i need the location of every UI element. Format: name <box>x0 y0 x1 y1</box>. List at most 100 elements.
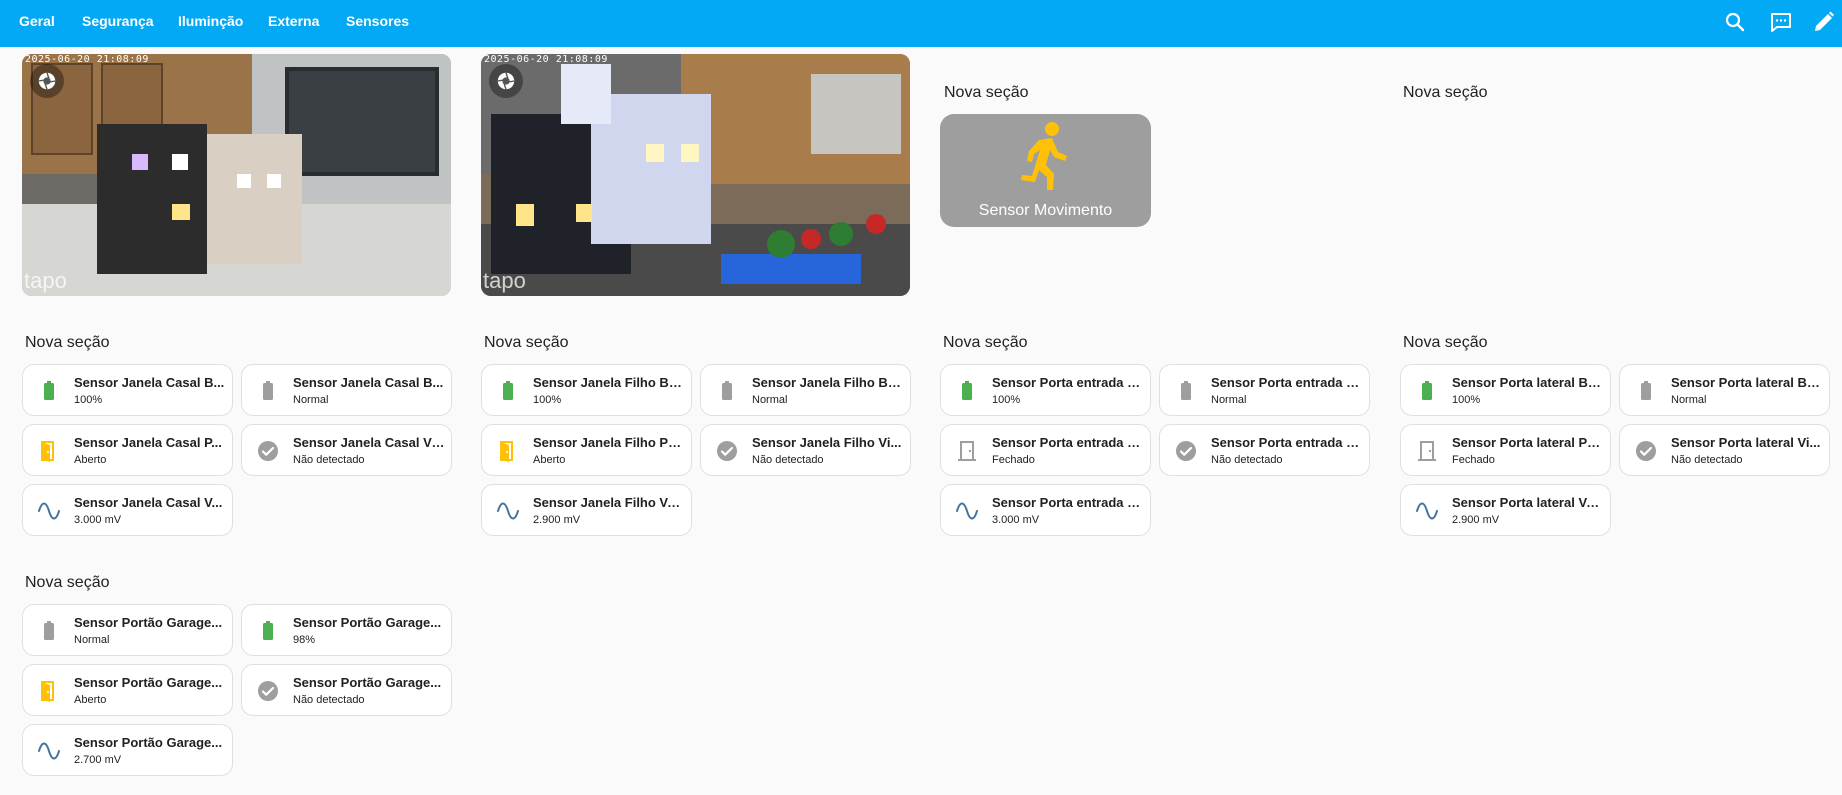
assist-chat-icon[interactable] <box>1769 10 1793 34</box>
camera-badge <box>489 64 523 98</box>
sensor-state: 100% <box>74 394 103 406</box>
sensor-name: Sensor Porta lateral Vo... <box>1452 495 1604 510</box>
camera-feed-2[interactable]: 2025-06-20 21:08:09 tapo <box>481 54 910 296</box>
sensor-tile[interactable]: Sensor Porta lateral Vo... 2.900 mV <box>1400 484 1611 536</box>
section-title: Nova seção <box>484 334 569 351</box>
sensor-state: 2.900 mV <box>533 514 581 526</box>
door-open-icon <box>41 441 54 462</box>
sensor-tile[interactable]: Sensor Janela Filho Po... Aberto <box>481 424 692 476</box>
sensor-name: Sensor Porta entrada B... <box>992 375 1144 390</box>
door-open-icon <box>41 681 54 702</box>
tab-seguranca[interactable]: Segurança <box>82 0 154 47</box>
edit-pencil-icon[interactable] <box>1812 10 1836 34</box>
battery-icon <box>722 381 732 400</box>
sensor-tile[interactable]: Sensor Janela Casal P... Aberto <box>22 424 233 476</box>
sensor-state: Aberto <box>74 454 107 466</box>
battery-full-icon <box>1422 381 1432 400</box>
sensor-tile[interactable]: Sensor Portão Garage... Não detectado <box>241 664 452 716</box>
sensor-tile[interactable]: Sensor Porta entrada V... Não detectado <box>1159 424 1370 476</box>
sine-wave-icon <box>1416 502 1438 520</box>
sensor-name: Sensor Janela Filho Vo... <box>533 495 685 510</box>
sensor-state: Não detectado <box>1211 454 1283 466</box>
tab-externa[interactable]: Externa <box>268 0 319 47</box>
sensor-tile[interactable]: Sensor Portão Garage... 98% <box>241 604 452 656</box>
sensor-tile[interactable]: Sensor Janela Filho Ba... 100% <box>481 364 692 416</box>
sensor-state: 100% <box>533 394 562 406</box>
sensor-tile[interactable]: Sensor Portão Garage... Aberto <box>22 664 233 716</box>
sensor-name: Sensor Janela Casal P... <box>74 435 222 450</box>
sensor-state: Não detectado <box>1671 454 1743 466</box>
sensor-name: Sensor Porta lateral Po... <box>1452 435 1604 450</box>
sensor-name: Sensor Porta lateral Vi... <box>1671 435 1821 450</box>
sensor-tile[interactable]: Sensor Janela Casal V... 3.000 mV <box>22 484 233 536</box>
sensor-state: 3.000 mV <box>74 514 122 526</box>
sensor-state: Não detectado <box>752 454 824 466</box>
sensor-name: Sensor Porta lateral Ba... <box>1671 375 1823 390</box>
sensor-tile[interactable]: Sensor Janela Casal Vi... Não detectado <box>241 424 452 476</box>
sensor-name: Sensor Porta entrada V... <box>992 495 1144 510</box>
sensor-tile[interactable]: Sensor Porta entrada B... 100% <box>940 364 1151 416</box>
sensor-tile[interactable]: Sensor Portão Garage... Normal <box>22 604 233 656</box>
battery-icon <box>44 621 54 640</box>
sine-wave-icon <box>497 502 519 520</box>
camera-watermark: tapo <box>483 268 526 293</box>
battery-full-icon <box>44 381 54 400</box>
sensor-tile[interactable]: Sensor Porta entrada V... 3.000 mV <box>940 484 1151 536</box>
camera-image-2 <box>481 54 910 296</box>
sensor-tile[interactable]: Sensor Porta lateral Ba... 100% <box>1400 364 1611 416</box>
sensor-tile[interactable]: Sensor Porta entrada B... Normal <box>1159 364 1370 416</box>
section-title: Nova seção <box>943 334 1028 351</box>
sensor-name: Sensor Portão Garage... <box>74 735 223 750</box>
tab-geral[interactable]: Geral <box>19 0 55 47</box>
section-title: Nova seção <box>944 84 1029 101</box>
battery-icon <box>1641 381 1651 400</box>
sensor-tile[interactable]: Sensor Porta entrada P... Fechado <box>940 424 1151 476</box>
check-circle-icon <box>258 681 278 701</box>
sine-wave-icon <box>38 742 60 760</box>
tab-iluminacao[interactable]: Iluminção <box>178 0 243 47</box>
tab-sensores[interactable]: Sensores <box>346 0 409 47</box>
sensor-name: Sensor Porta lateral Ba... <box>1452 375 1604 390</box>
sensor-name: Sensor Janela Casal B... <box>293 375 444 390</box>
sensor-tile[interactable]: Sensor Janela Casal B... Normal <box>241 364 452 416</box>
camera-feed-1[interactable]: 2025-06-20 21:08:09 tapo <box>22 54 451 296</box>
battery-icon <box>1181 381 1191 400</box>
sensor-state: 2.700 mV <box>74 754 122 766</box>
sensor-state: Normal <box>752 394 788 406</box>
sensor-state: Fechado <box>992 454 1035 466</box>
door-closed-icon <box>1418 441 1436 461</box>
check-circle-icon <box>717 441 737 461</box>
sensor-state: 98% <box>293 634 316 646</box>
sensor-tile[interactable]: Sensor Janela Filho Vo... 2.900 mV <box>481 484 692 536</box>
check-circle-icon <box>1176 441 1196 461</box>
sensor-state: Não detectado <box>293 694 365 706</box>
sensor-state: Aberto <box>74 694 107 706</box>
sensor-name: Sensor Portão Garage... <box>293 675 442 690</box>
sensor-state: 3.000 mV <box>992 514 1040 526</box>
door-open-icon <box>500 441 513 462</box>
section-title: Nova seção <box>25 574 110 591</box>
sensor-tile[interactable]: Sensor Porta lateral Ba... Normal <box>1619 364 1830 416</box>
sensor-name: Sensor Janela Casal B... <box>74 375 225 390</box>
sensor-state: Normal <box>74 634 110 646</box>
motion-sensor-tile[interactable]: Sensor Movimento <box>940 114 1151 227</box>
section-title: Nova seção <box>25 334 110 351</box>
camera-aperture-icon <box>38 72 56 90</box>
check-circle-icon <box>258 441 278 461</box>
search-icon[interactable] <box>1723 10 1747 34</box>
sensor-name: Sensor Portão Garage... <box>74 675 223 690</box>
sensor-tile[interactable]: Sensor Janela Casal B... 100% <box>22 364 233 416</box>
check-circle-icon <box>1636 441 1656 461</box>
sensor-tile[interactable]: Sensor Janela Filho Ba... Normal <box>700 364 911 416</box>
camera-image-1 <box>22 54 451 296</box>
sensor-tile[interactable]: Sensor Porta lateral Vi... Não detectado <box>1619 424 1830 476</box>
sensor-name: Sensor Porta entrada P... <box>992 435 1144 450</box>
sensor-state: Aberto <box>533 454 566 466</box>
sensor-state: 100% <box>992 394 1021 406</box>
battery-full-icon <box>263 621 273 640</box>
sensor-tile[interactable]: Sensor Janela Filho Vi... Não detectado <box>700 424 911 476</box>
sensor-tile[interactable]: Sensor Portão Garage... 2.700 mV <box>22 724 233 776</box>
sensor-name: Sensor Portão Garage... <box>293 615 442 630</box>
sensor-tile[interactable]: Sensor Porta lateral Po... Fechado <box>1400 424 1611 476</box>
sensor-name: Sensor Janela Filho Ba... <box>533 375 685 390</box>
